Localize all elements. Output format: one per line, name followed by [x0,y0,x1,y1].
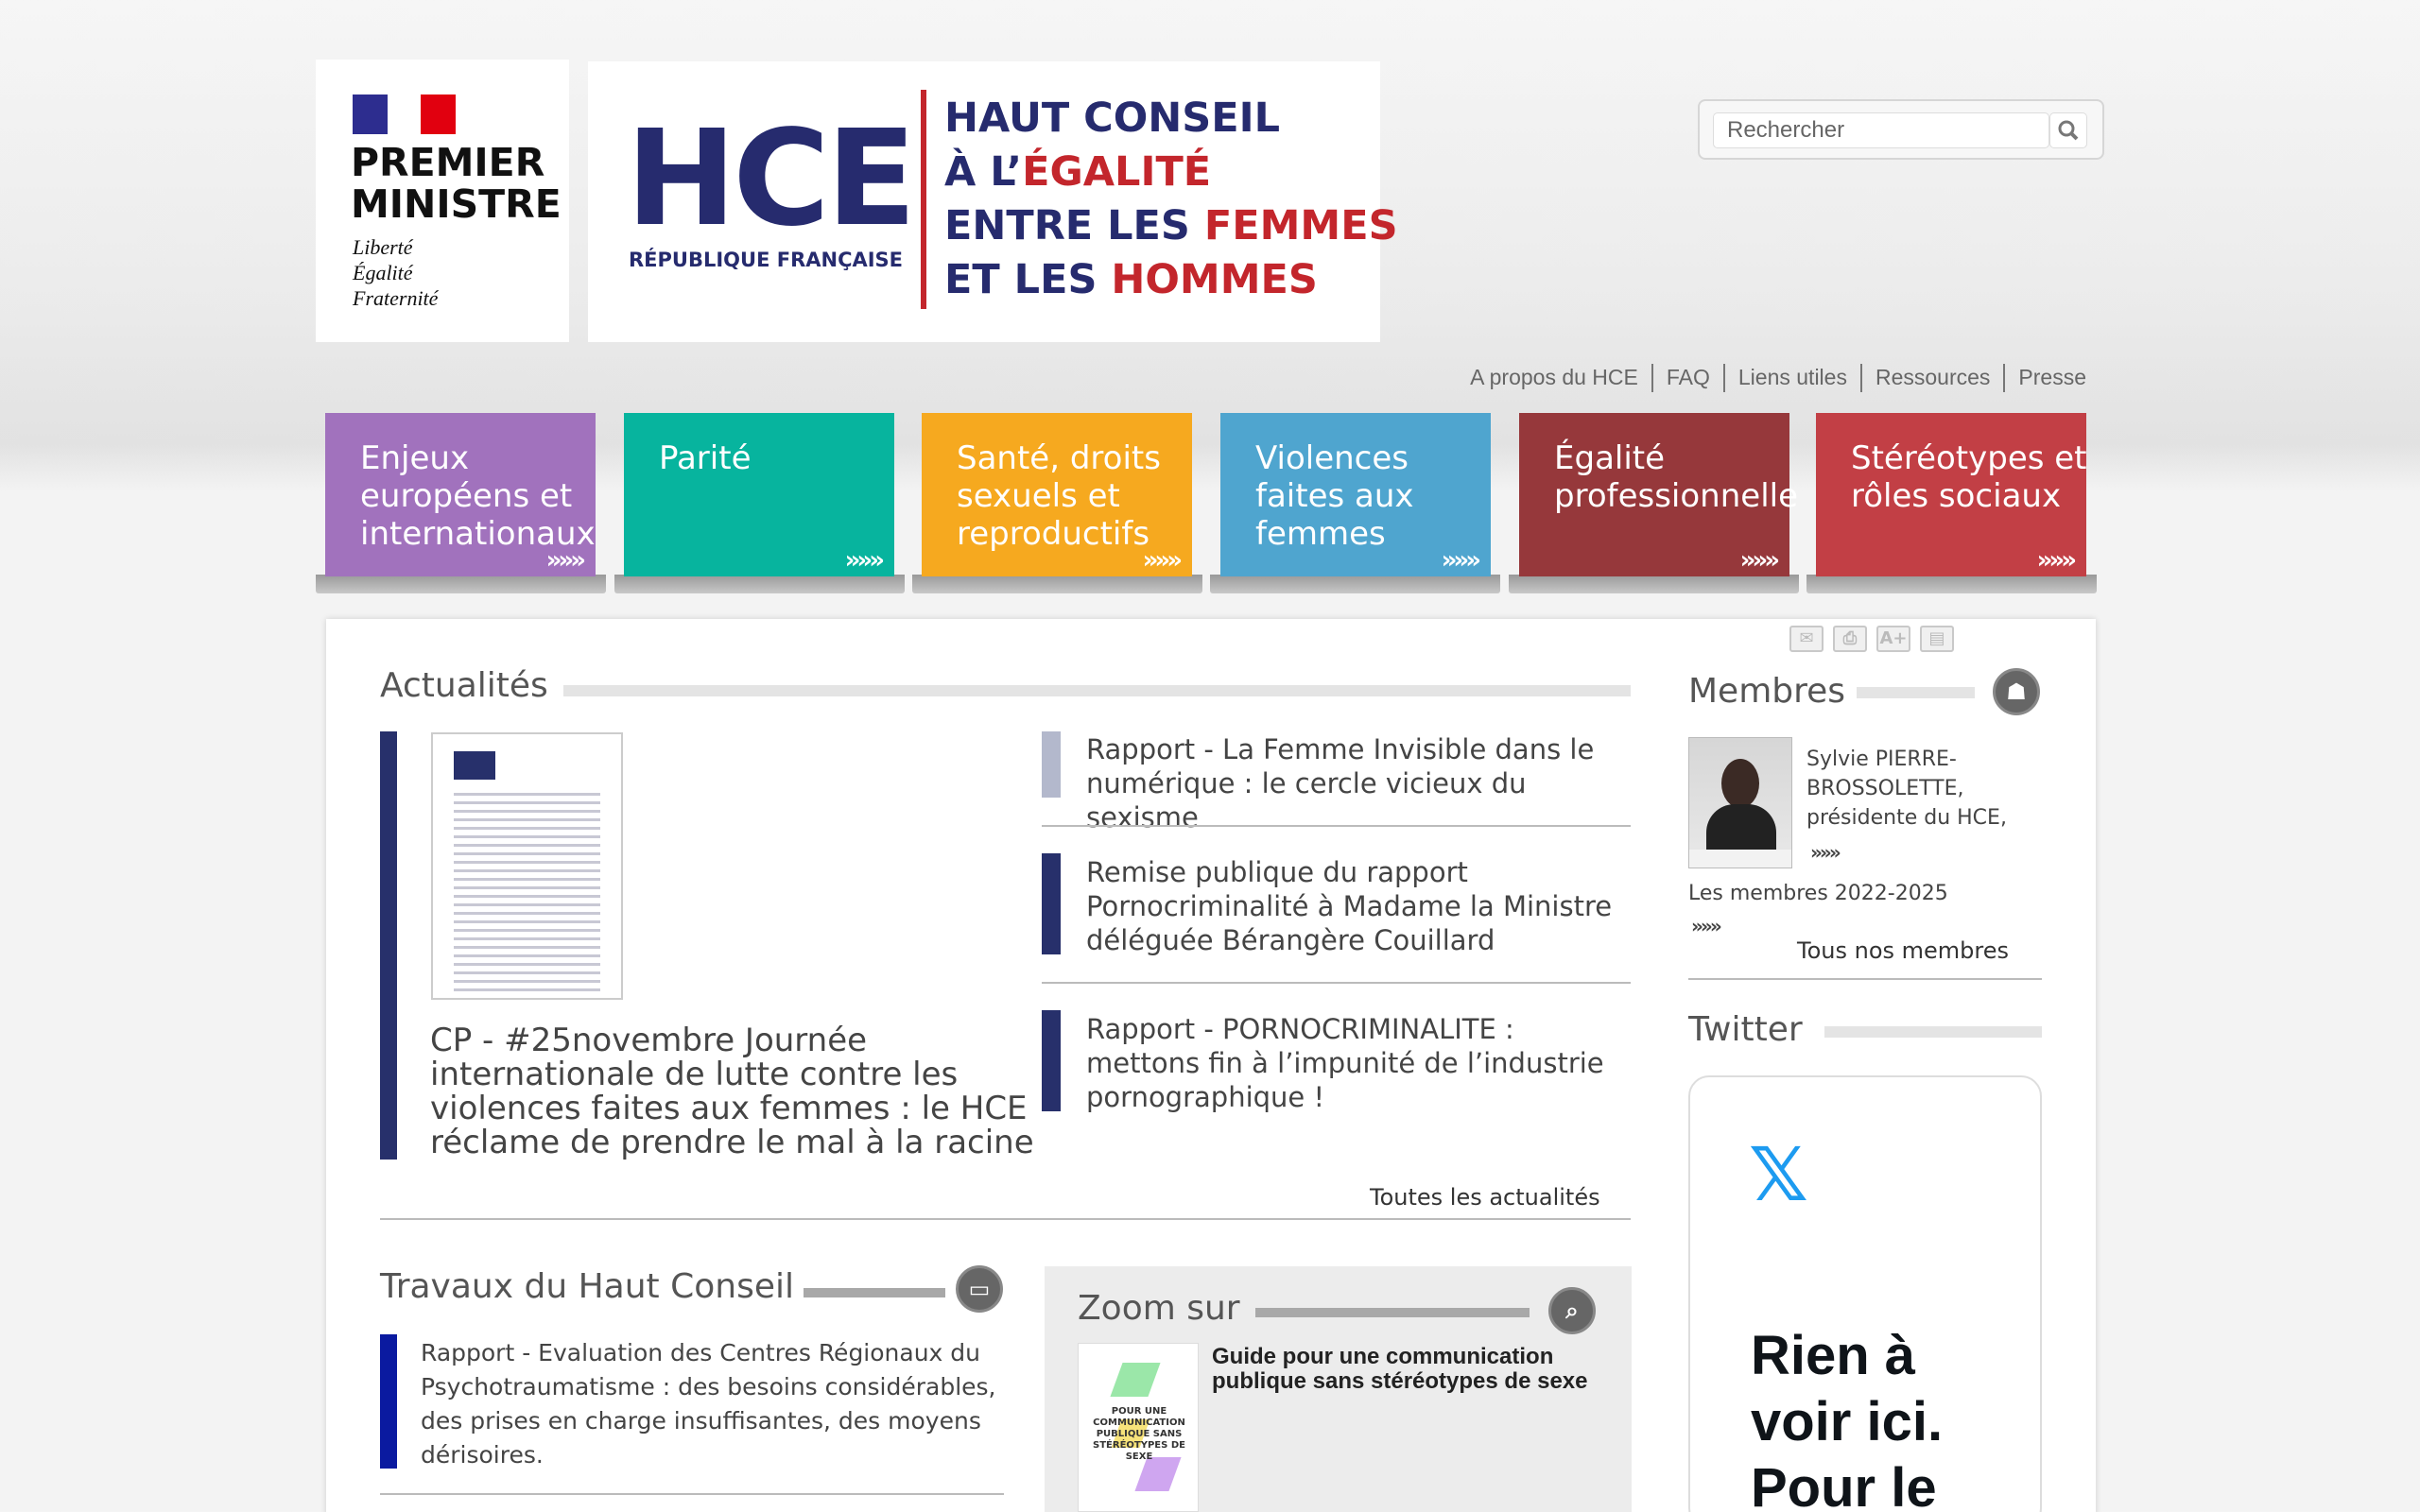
travaux-accent-bar [380,1334,397,1469]
nav-shadow [1806,575,2097,593]
nav-tile-egalite-pro[interactable]: Égalité professionnelle »»» [1519,413,1798,576]
news-separator [1042,825,1631,827]
republic-flag-icon [353,94,456,134]
news-item-3[interactable]: Rapport - PORNOCRIMINALITE : mettons fin… [1086,1012,1634,1114]
chevrons-icon[interactable]: »»» [1810,843,1841,862]
republique-francaise-label: RÉPUBLIQUE FRANÇAISE [629,249,904,271]
reading-mode-icon[interactable]: ▤ [1920,626,1954,652]
email-icon[interactable]: ✉ [1789,626,1824,652]
search-icon [2058,120,2079,141]
nav-tile-violences[interactable]: Violences faites aux femmes »»» [1220,413,1491,576]
folder-icon: ▭ [956,1265,1003,1313]
guide-thumbnail[interactable]: POUR UNE COMMUNICATION PUBLIQUE SANS STÉ… [1078,1343,1199,1512]
zoom-title: Zoom sur [1078,1289,1240,1328]
section-separator [380,1493,1004,1495]
travaux-item[interactable]: Rapport - Evaluation des Centres Régiona… [421,1336,1016,1472]
hce-full-name: HAUT CONSEIL À L’ÉGALITÉ ENTRE LES FEMME… [944,94,1398,303]
chevrons-icon: »»» [1441,546,1481,575]
logo-divider [921,90,926,309]
link-liens-utiles[interactable]: Liens utiles [1722,364,1860,392]
nav-tile-label: Stéréotypes et rôles sociaux [1851,439,2087,515]
link-a-propos[interactable]: A propos du HCE [1457,364,1651,392]
chevrons-icon: »»» [1739,546,1780,575]
title-rule [563,685,1631,696]
president-caption[interactable]: Sylvie PIERRE-BROSSOLETTE, présidente du… [1806,745,2024,833]
president-photo[interactable] [1688,737,1792,868]
search-button[interactable] [2049,112,2087,148]
news-accent-bar [1042,1010,1061,1111]
nav-tile-enjeux[interactable]: Enjeux européens et internationaux »»» [325,413,596,576]
news-accent-bar [1042,853,1061,954]
nav-tile-label: Violences faites aux femmes [1255,439,1414,553]
font-size-icon[interactable]: A+ [1876,626,1910,652]
news-item-2[interactable]: Remise publique du rapport Pornocriminal… [1086,855,1625,957]
chevrons-icon: »»» [2036,546,2077,575]
section-separator [380,1218,1631,1220]
hce-mini-logo [454,751,495,780]
nav-tile-label: Parité [659,439,752,477]
nav-shadow [1210,575,1500,593]
section-separator [1688,978,2042,980]
all-members-link[interactable]: Tous nos membres [1797,936,2009,965]
news-separator [1042,982,1631,984]
main-news-link[interactable]: CP - #25novembre Journée internationale … [430,1023,1035,1160]
chevrons-icon: »»» [844,546,885,575]
search-input[interactable] [1713,112,2049,148]
title-rule [1824,1026,2042,1038]
members-group-icon: ☗ [1993,668,2040,715]
top-links: A propos du HCE FAQ Liens utiles Ressour… [1457,364,2086,392]
nav-shadow [614,575,905,593]
link-faq[interactable]: FAQ [1651,364,1723,392]
chevrons-icon: »»» [545,546,586,575]
chevrons-icon: »»» [1142,546,1183,575]
news-accent-bar [1042,731,1061,798]
zoom-item-link[interactable]: Guide pour une communication publique sa… [1212,1345,1609,1394]
title-rule [1857,687,1975,698]
nav-tile-label: Enjeux européens et internationaux [360,439,596,553]
nav-tile-parite[interactable]: Parité »»» [624,413,894,576]
chevrons-icon[interactable]: »»» [1691,917,1722,936]
premier-ministre-title: PREMIER MINISTRE [351,140,562,227]
nav-shadow [1509,575,1799,593]
nav-tile-stereotypes[interactable]: Stéréotypes et rôles sociaux »»» [1816,413,2087,576]
link-presse[interactable]: Presse [2003,364,2086,392]
members-2022-link[interactable]: Les membres 2022-2025 [1688,878,1948,909]
membres-title: Membres [1688,672,1846,711]
guide-thumbnail-text: POUR UNE COMMUNICATION PUBLIQUE SANS STÉ… [1093,1406,1185,1462]
actualites-title: Actualités [380,666,548,705]
travaux-title: Travaux du Haut Conseil [380,1267,794,1306]
news-accent-bar [380,731,397,1160]
nav-shadow [316,575,606,593]
all-news-link[interactable]: Toutes les actualités [1370,1183,1600,1211]
zoom-magnifier-icon: ⌕ [1548,1287,1596,1334]
nav-shadow [912,575,1202,593]
link-ressources[interactable]: Ressources [1859,364,2003,392]
title-rule [1255,1308,1530,1317]
search-box [1698,99,2104,160]
page-tools: ✉ ⎙ A+ ▤ [1789,626,1954,652]
print-icon[interactable]: ⎙ [1833,626,1867,652]
nav-tile-label: Égalité professionnelle [1554,439,1799,515]
x-logo-icon[interactable]: 𝕏 [1749,1139,1808,1212]
press-release-thumbnail[interactable] [431,732,623,1000]
republic-motto: Liberté Égalité Fraternité [353,235,439,310]
news-item-1[interactable]: Rapport - La Femme Invisible dans le num… [1086,732,1634,834]
twitter-empty-message: Rien à voir ici. Pour le [1751,1325,1944,1512]
title-rule [804,1288,945,1297]
nav-tile-sante[interactable]: Santé, droits sexuels et reproductifs »»… [922,413,1192,576]
hce-logo: HCE [626,102,917,256]
twitter-title: Twitter [1688,1010,1803,1049]
nav-tile-label: Santé, droits sexuels et reproductifs [957,439,1161,553]
